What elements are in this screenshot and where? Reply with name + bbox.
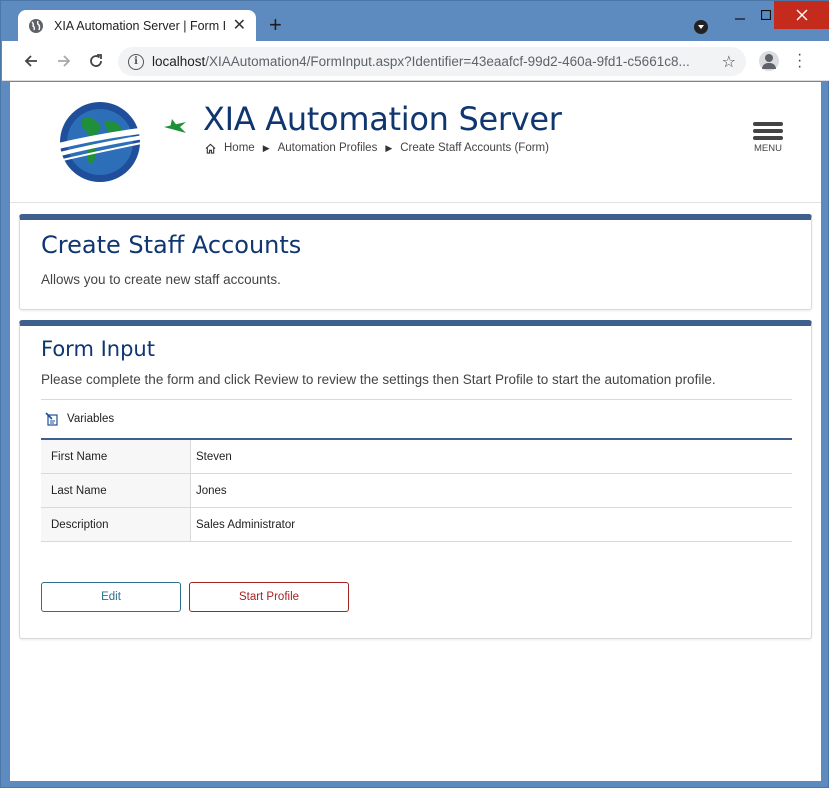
browser-tab[interactable]: XIA Automation Server | Form Input ✕: [18, 10, 256, 41]
form-input-card: Form Input Please complete the form and …: [19, 320, 812, 639]
edit-button[interactable]: Edit: [41, 582, 181, 612]
variables-header: Variables: [45, 412, 114, 426]
tab-title: XIA Automation Server | Form Input: [54, 18, 227, 33]
xia-logo: [53, 102, 186, 182]
close-window-button[interactable]: [774, 1, 829, 29]
table-row: Last Name Jones: [41, 474, 792, 508]
home-icon: [205, 143, 216, 154]
url-text[interactable]: localhost/XIAAutomation4/FormInput.aspx?…: [152, 54, 712, 69]
start-profile-button[interactable]: Start Profile: [189, 582, 349, 612]
browser-window: XIA Automation Server | Form Input ✕ + i…: [0, 0, 829, 788]
address-bar[interactable]: i localhost/XIAAutomation4/FormInput.asp…: [118, 47, 746, 76]
profile-description: Allows you to create new staff accounts.: [41, 272, 281, 287]
breadcrumb-automation-profiles[interactable]: Automation Profiles: [278, 142, 378, 154]
breadcrumb-home[interactable]: Home: [224, 142, 255, 154]
form-input-title: Form Input: [41, 337, 155, 361]
breadcrumb-separator-icon: ▶: [385, 142, 393, 153]
variables-icon: [45, 412, 58, 426]
field-label: Description: [41, 508, 191, 541]
form-input-description: Please complete the form and click Revie…: [41, 372, 716, 387]
menu-label: MENU: [754, 143, 782, 154]
field-label: Last Name: [41, 474, 191, 507]
menu-button[interactable]: MENU: [750, 122, 786, 154]
page-header: XIA Automation Server Home ▶ Automation …: [10, 82, 821, 203]
url-host: localhost: [152, 54, 206, 69]
table-row: Description Sales Administrator: [41, 508, 792, 542]
page-viewport: XIA Automation Server Home ▶ Automation …: [10, 82, 821, 781]
table-row: First Name Steven: [41, 440, 792, 474]
profile-title: Create Staff Accounts: [41, 231, 302, 259]
breadcrumb: Home ▶ Automation Profiles ▶ Create Staf…: [205, 142, 549, 154]
title-bar: XIA Automation Server | Form Input ✕ +: [1, 1, 829, 41]
profile-card: Create Staff Accounts Allows you to crea…: [19, 214, 812, 310]
field-value: Sales Administrator: [196, 518, 296, 531]
info-icon[interactable]: i: [128, 53, 144, 70]
field-value: Steven: [196, 450, 232, 463]
breadcrumb-current: Create Staff Accounts (Form): [400, 142, 549, 154]
new-tab-button[interactable]: +: [269, 14, 282, 36]
close-icon: [796, 9, 808, 21]
field-label: First Name: [41, 440, 191, 473]
forward-button[interactable]: [53, 50, 75, 72]
divider: [41, 399, 792, 400]
reload-icon: [90, 54, 102, 67]
back-button[interactable]: [20, 50, 42, 72]
tab-search-icon[interactable]: [694, 20, 708, 34]
variables-table: First Name Steven Last Name Jones Descri…: [41, 438, 792, 542]
globe-icon: [29, 18, 43, 33]
site-title: XIA Automation Server: [203, 100, 562, 138]
hamburger-icon: [753, 122, 783, 126]
bookmark-star-icon[interactable]: ☆: [722, 52, 736, 72]
maximize-icon: [761, 10, 771, 20]
browser-menu-icon[interactable]: · · ·: [797, 47, 802, 75]
account-avatar-icon[interactable]: [759, 51, 779, 71]
reload-button[interactable]: [85, 50, 107, 72]
browser-toolbar: i localhost/XIAAutomation4/FormInput.asp…: [2, 41, 829, 81]
arrow-left-icon: [24, 55, 37, 67]
hamburger-icon: [753, 136, 783, 140]
url-path: /XIAAutomation4/FormInput.aspx?Identifie…: [205, 54, 690, 69]
breadcrumb-separator-icon: ▶: [262, 142, 270, 153]
hamburger-icon: [753, 129, 783, 133]
variables-label: Variables: [67, 413, 115, 425]
tab-close-icon[interactable]: ✕: [233, 17, 246, 34]
arrow-right-icon: [58, 55, 71, 67]
field-value: Jones: [196, 484, 227, 497]
minimize-icon: [735, 18, 745, 20]
